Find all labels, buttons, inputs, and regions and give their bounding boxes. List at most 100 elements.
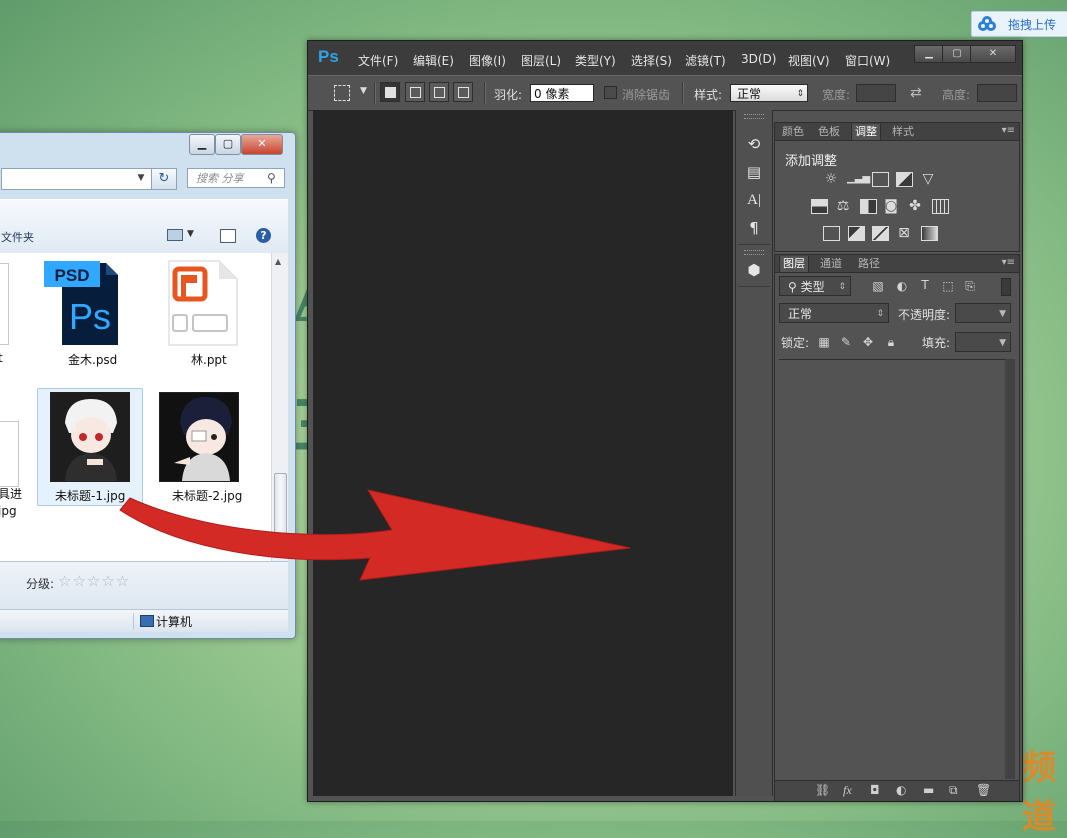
levels-icon[interactable]: ▁▃▅ [847, 171, 870, 187]
image-thumbnail[interactable] [159, 392, 239, 482]
menu-view[interactable]: 视图(V) [788, 52, 830, 69]
brightness-icon[interactable]: ☼ [823, 171, 839, 187]
tab-color[interactable]: 颜色 [779, 124, 807, 140]
hue-saturation-icon[interactable] [811, 199, 828, 214]
add-mask-icon[interactable]: ◘ [870, 783, 880, 797]
swap-icon[interactable]: ⇄ [910, 85, 922, 101]
lock-position-icon[interactable]: ✥ [861, 335, 875, 349]
menu-edit[interactable]: 编辑(E) [413, 52, 454, 69]
exposure-icon[interactable] [896, 172, 913, 187]
grip[interactable] [744, 114, 764, 119]
panel-menu-icon[interactable]: ▾≡ [1002, 125, 1015, 136]
height-input[interactable] [977, 84, 1017, 102]
menu-file[interactable]: 文件(F) [358, 52, 398, 69]
fill-input[interactable]: ▼ [955, 332, 1011, 352]
selective-color-icon[interactable]: ⊠ [896, 225, 912, 241]
menu-3d[interactable]: 3D(D) [741, 52, 776, 66]
feather-input[interactable]: 0 像素 [530, 84, 594, 102]
layer-filter-select[interactable]: ⚲ 类型 ⇕ [779, 276, 851, 296]
threshold-icon[interactable] [872, 226, 889, 241]
tab-adjustments[interactable]: 调整 [851, 124, 881, 140]
gradient-map-icon[interactable] [921, 226, 938, 241]
blend-mode-select[interactable]: 正常 ⇕ [779, 303, 889, 323]
marquee-tool-icon[interactable] [334, 85, 350, 101]
tab-styles[interactable]: 样式 [889, 124, 917, 140]
scroll-up-icon[interactable]: ▲ [275, 257, 281, 266]
tab-layers[interactable]: 图层 [779, 256, 809, 272]
shape-filter-icon[interactable]: ⬚ [941, 279, 955, 293]
new-layer-icon[interactable]: ⧉ [949, 783, 958, 798]
view-icon[interactable] [167, 229, 183, 241]
close-button[interactable]: ✕ [241, 134, 283, 155]
trash-icon[interactable]: 🗑︎ [976, 783, 991, 797]
tab-swatches[interactable]: 色板 [815, 124, 843, 140]
new-adjustment-icon[interactable]: ◐ [896, 783, 906, 797]
paragraph-icon[interactable]: ¶ [744, 218, 764, 238]
link-layers-icon[interactable]: ⛓ [815, 783, 830, 797]
help-icon[interactable]: ? [256, 228, 271, 243]
lock-all-icon[interactable]: 🔒︎ [884, 335, 898, 350]
new-selection-icon[interactable] [380, 82, 400, 102]
width-input[interactable] [856, 84, 896, 102]
pixel-filter-icon[interactable]: ▧ [871, 279, 885, 293]
subtract-selection-icon[interactable] [429, 82, 449, 102]
character-icon[interactable]: A| [744, 190, 764, 210]
folder-label[interactable]: 文件夹 [1, 229, 34, 245]
menu-layer[interactable]: 图层(L) [521, 52, 561, 69]
intersect-selection-icon[interactable] [453, 82, 473, 102]
chevron-down-icon[interactable]: ▼ [360, 86, 367, 96]
invert-icon[interactable] [823, 226, 840, 241]
file-name[interactable]: t [0, 351, 3, 365]
photo-filter-icon[interactable]: ◙ [883, 198, 899, 214]
smart-object-filter-icon[interactable]: ⎘ [963, 279, 977, 294]
chevron-down-icon[interactable]: ▼ [187, 229, 194, 239]
style-select[interactable]: 正常 ⇕ [730, 84, 808, 102]
vibrance-icon[interactable]: ▽ [920, 171, 936, 187]
upload-badge[interactable]: 拖拽上传 [971, 11, 1067, 37]
menu-filter[interactable]: 滤镜(T) [685, 52, 726, 69]
layers-list[interactable] [779, 359, 1005, 780]
black-white-icon[interactable] [860, 199, 877, 214]
close-button[interactable]: ✕ [970, 45, 1016, 63]
minimize-button[interactable]: ▁ [914, 45, 944, 63]
antialias-checkbox[interactable] [604, 86, 617, 99]
color-lookup-icon[interactable] [932, 199, 949, 214]
maximize-button[interactable]: ▢ [215, 134, 241, 155]
curves-icon[interactable] [872, 172, 889, 187]
channel-mixer-icon[interactable]: ✤ [907, 198, 923, 214]
posterize-icon[interactable] [848, 226, 865, 241]
properties-icon[interactable]: ▤ [744, 162, 764, 182]
chevron-down-icon[interactable]: ▼ [134, 169, 148, 187]
panel-menu-icon[interactable]: ▾≡ [1002, 257, 1015, 268]
grip[interactable] [744, 250, 764, 255]
ppt-file-icon[interactable] [161, 259, 241, 347]
workspace-canvas[interactable] [313, 110, 733, 796]
file-name[interactable]: 林.ppt [191, 351, 227, 368]
tab-channels[interactable]: 通道 [817, 256, 845, 272]
search-icon[interactable]: ⚲ [267, 171, 276, 185]
maximize-button[interactable]: ▢ [942, 45, 972, 63]
adjustment-filter-icon[interactable]: ◐ [895, 279, 909, 293]
file-name-line2[interactable]: jpg [0, 504, 17, 518]
menu-image[interactable]: 图像(I) [469, 52, 506, 69]
menu-type[interactable]: 类型(Y) [575, 52, 616, 69]
image-thumbnail[interactable] [50, 392, 130, 482]
lock-pixels-icon[interactable]: ✎ [839, 335, 853, 349]
menu-select[interactable]: 选择(S) [631, 52, 672, 69]
3d-cube-icon[interactable]: ⬢ [744, 260, 764, 280]
minimize-button[interactable]: ▁ [189, 134, 215, 155]
file-icon-partial[interactable] [0, 263, 9, 345]
file-name[interactable]: 具进 [0, 485, 22, 502]
preview-pane-icon[interactable] [220, 229, 236, 243]
tab-paths[interactable]: 路径 [855, 256, 883, 272]
opacity-input[interactable]: ▼ [955, 303, 1011, 323]
file-name[interactable]: 金木.psd [68, 351, 117, 368]
refresh-button[interactable]: ↻ [151, 168, 177, 190]
address-bar[interactable] [1, 168, 153, 190]
lock-transparency-icon[interactable]: ▦ [817, 335, 831, 349]
new-group-icon[interactable]: ▬ [923, 783, 934, 797]
file-icon-partial[interactable] [0, 421, 19, 487]
add-selection-icon[interactable] [405, 82, 425, 102]
type-filter-icon[interactable]: T [918, 278, 932, 292]
history-icon[interactable]: ⟲ [744, 134, 764, 154]
